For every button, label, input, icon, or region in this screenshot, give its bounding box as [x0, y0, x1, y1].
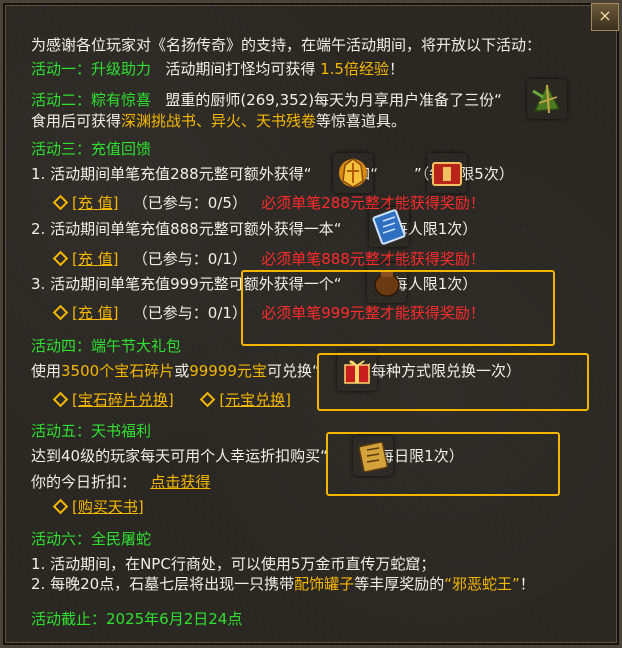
activity-2-line2-text: 食用后可获得 [31, 112, 122, 130]
activity-4-title: 活动四：端午节大礼包 [31, 337, 182, 355]
activity-6-boss: “邪恶蛇王” [444, 575, 520, 593]
diamond-icon [52, 391, 69, 408]
tier-1-status: （已参与：0/5） [132, 194, 247, 212]
event-panel: × 为感谢各位玩家对《名扬传奇》的支持，在端午活动期间，将开放以下活动： 活动一… [0, 0, 622, 648]
diamond-icon [52, 194, 69, 211]
tier-2-actions: [充 值] （已参与：0/1） 必须单笔888元整才能获得奖励！ [52, 249, 485, 269]
diamond-icon [52, 498, 69, 515]
zongzi-icon[interactable] [527, 79, 567, 119]
tier-2-status: （已参与：0/1） [132, 250, 247, 268]
activity-4-exchange: 可兑换“ [266, 362, 320, 380]
activity-6-line2: 2. 每晚20点，石墓七层将出现一只携带配饰罐子等丰厚奖励的“邪恶蛇王”！ [31, 574, 535, 594]
activity-2-text: 盟重的厨师(269,352)每天为月享用户准备了三份“ [165, 91, 502, 109]
activity-6-line1: 1. 活动期间，在NPC行商处，可以使用5万金币直传万蛇窟； [31, 555, 436, 573]
activity-1-end: ！ [388, 60, 404, 78]
activity-3-title: 活动三：充值回馈 [31, 140, 152, 158]
activity-2-rewards: 深渊挑战书、异火、天书残卷 [121, 112, 317, 130]
activity-1-bonus: 1.5倍经验 [320, 60, 389, 78]
intro-text: 为感谢各位玩家对《名扬传奇》的支持，在端午活动期间，将开放以下活动： [31, 36, 542, 54]
diamond-icon [52, 250, 69, 267]
diamond-icon [200, 391, 216, 408]
activity-4-or: 或 [174, 362, 190, 380]
activity-2-line2: 食用后可获得深渊挑战书、异火、天书残卷等惊喜道具。 [31, 111, 406, 131]
buy-skill-book-button[interactable]: [购买天书] [72, 498, 144, 516]
highlight-box [326, 432, 560, 496]
recharge-button-1[interactable]: [充 值] [72, 194, 118, 212]
activity-1: 活动一：升级助力 活动期间打怪均可获得 1.5倍经验！ [31, 59, 404, 79]
activity-2-line2-end: 等惊喜道具。 [316, 112, 407, 130]
activity-6-title: 活动六：全民屠蛇 [31, 530, 152, 548]
tier-3-status: （已参与：0/1） [132, 304, 247, 322]
recharge-button-3[interactable]: [充 值] [72, 304, 118, 322]
recharge-tier-2: 2. 活动期间单笔充值888元整可额外获得一本“ ”（每人限1次） [31, 219, 477, 239]
activity-5-title: 活动五：天书福利 [31, 422, 152, 440]
tier-1-actions: [充 值] （已参与：0/5） 必须单笔288元整才能获得奖励！ [52, 193, 485, 213]
highlight-box [241, 270, 555, 346]
activity-2: 活动二：粽有惊喜 盟重的厨师(269,352)每天为月享用户准备了三份“” [31, 90, 554, 110]
activity-1-title: 活动一：升级助力 [31, 60, 152, 78]
red-book-icon[interactable] [427, 153, 467, 193]
activity-4-actions: [宝石碎片兑换] [元宝兑换] [52, 390, 291, 410]
activity-5-desc: 达到40级的玩家每天可用个人幸运折扣购买“ [31, 447, 328, 465]
activity-6-line2-text: 2. 每晚20点，石墓七层将出现一只携带 [31, 575, 295, 593]
activity-6-item: 配饰罐子 [294, 575, 355, 593]
yuanbao-exchange-button[interactable]: [元宝兑换] [219, 391, 291, 409]
activity-4-yuanbao: 99999元宝 [189, 362, 267, 380]
blue-book-icon[interactable] [369, 207, 409, 247]
activity-5-discount: 你的今日折扣： 点击获得 [31, 472, 210, 492]
golden-armor-icon[interactable] [333, 153, 373, 193]
activity-6-line2-end: ！ [519, 575, 535, 593]
activity-5-actions: [购买天书] [52, 497, 144, 517]
highlight-box [317, 353, 589, 411]
activity-4-shards: 3500个宝石碎片 [61, 362, 175, 380]
activity-6-line2-mid: 等丰厚奖励的 [354, 575, 445, 593]
tier-2-text: 2. 活动期间单笔充值888元整可额外获得一本“ [31, 220, 342, 238]
activity-1-text: 活动期间打怪均可获得 [165, 60, 316, 78]
discount-label: 你的今日折扣： [31, 473, 137, 491]
deadline-text: 活动截止：2025年6月2日24点 [31, 610, 243, 628]
diamond-icon [52, 304, 69, 321]
activity-2-title: 活动二：粽有惊喜 [31, 91, 152, 109]
tier-1-text: 1. 活动期间单笔充值288元整可额外获得“ [31, 165, 312, 183]
activity-4-use: 使用 [31, 362, 62, 380]
get-discount-link[interactable]: 点击获得 [150, 473, 210, 491]
gem-shard-exchange-button[interactable]: [宝石碎片兑换] [72, 391, 174, 409]
close-button[interactable]: × [591, 3, 619, 31]
recharge-button-2[interactable]: [充 值] [72, 250, 118, 268]
